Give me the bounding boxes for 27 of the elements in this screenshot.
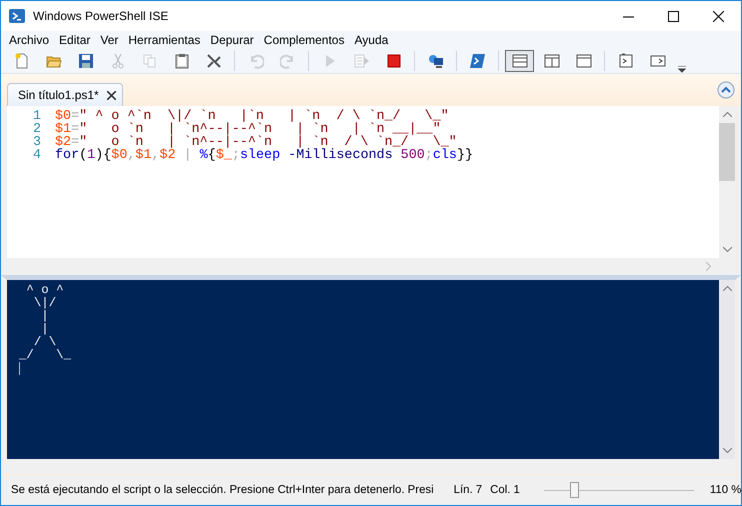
code-line: $1=" o `n | `n^--|--^`n | `n | `n __|__" (55, 123, 441, 136)
window-title: Windows PowerShell ISE (33, 9, 170, 23)
line-number: 1 (32, 110, 41, 123)
code-line: for(1){$0,$1,$2 | %{$_;sleep -Milliseconds 500;cls}} (55, 149, 474, 162)
line-number: 2 (32, 123, 41, 136)
menu-item[interactable]: Ayuda (349, 33, 394, 47)
menu-item[interactable]: Depurar (205, 33, 259, 47)
column-indicator: Col. 1 (490, 484, 520, 496)
status-message: Se está ejecutando el script o la selección. Presione Ctrl+Inter para detenerlo. Presi (11, 484, 434, 496)
menu-item[interactable]: Ver (95, 33, 124, 47)
line-indicator: Lín. 7 (454, 484, 482, 496)
menu-item[interactable]: Herramientas (123, 33, 206, 47)
console-output-line: ^ o ^ (25, 284, 65, 297)
console-output-line: _/ \_ (19, 349, 72, 362)
code-line: $0=" ^ o ^`n \|/ `n |`n | `n / \ `n_/ \_" (55, 110, 449, 123)
console-output-line: | (40, 323, 50, 336)
menu-item[interactable]: Editar (54, 33, 96, 47)
menu-item[interactable]: Complementos (258, 33, 350, 47)
console-output-line: | (40, 310, 50, 323)
line-number: 4 (32, 149, 41, 162)
menu-item[interactable]: Archivo (4, 33, 54, 47)
console-output-line: / \ (33, 336, 57, 349)
file-tab[interactable]: Sin título1.ps1* (7, 83, 123, 106)
console-output-line: \|/ (32, 297, 58, 310)
zoom-level: 110 % (710, 484, 742, 496)
code-line: $2=" o `n | `n^--|--^`n | `n / \ `n_/ \_" (55, 136, 457, 149)
line-number: 3 (32, 136, 41, 149)
